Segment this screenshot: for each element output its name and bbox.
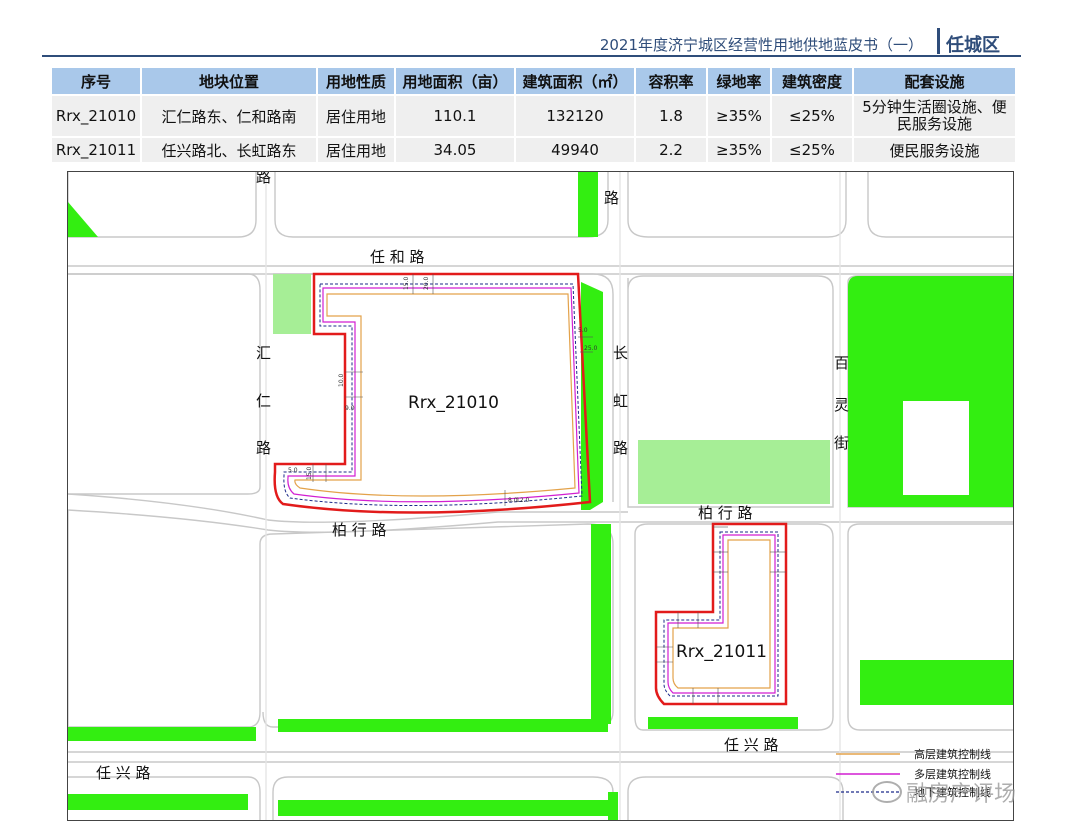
cell-far: 2.2 [636,138,706,162]
light-green-area [638,440,830,504]
road-label: 路 [604,189,619,207]
cell-facilities: 5分钟生活圈设施、便民服务设施 [854,96,1015,136]
cell-floor-area: 132120 [516,96,634,136]
cell-location: 任兴路北、长虹路东 [142,138,316,162]
col-header-id: 序号 [52,68,140,94]
col-header-location: 地块位置 [142,68,316,94]
watermark: 融房产评场 [872,776,1016,808]
road-label-huiren: 路 [256,439,271,457]
cell-far: 1.8 [636,96,706,136]
cell-use: 居住用地 [318,138,394,162]
parcel-label-21010: Rrx_21010 [408,393,499,413]
road-label-renxing: 任 兴 路 [96,764,151,782]
road-label-baixing: 柏 行 路 [698,504,753,522]
header-divider [937,28,940,54]
parcel-21011-lines [654,522,788,706]
col-header-use: 用地性质 [318,68,394,94]
road-label-renxing: 任 兴 路 [724,736,779,754]
green-area [278,800,608,816]
dimension-label: 20.0 [423,276,430,290]
road-label-changhong: 长 [613,344,628,362]
road-label-baixing: 柏 行 路 [332,521,387,539]
legend-high-rise: 高层建筑控制线 [914,747,991,761]
dimension-label: 9.0 [345,405,355,412]
col-header-area: 用地面积（亩） [396,68,514,94]
cell-green: ≥35% [708,138,770,162]
cell-facilities: 便民服务设施 [854,138,1015,162]
cell-area: 34.05 [396,138,514,162]
site-plan-svg: 15.0 20.0 5.0 25.0 10.0 9.0 5.0 15.0 8.0… [68,172,1013,820]
road-label-huiren: 仁 [256,392,271,410]
cell-floor-area: 49940 [516,138,634,162]
green-area [578,172,598,237]
site-plan-map: 15.0 20.0 5.0 25.0 10.0 9.0 5.0 15.0 8.0… [67,171,1014,821]
green-area [648,717,798,729]
wechat-icon [872,781,902,803]
cell-id: Rrx_21010 [52,96,140,136]
dimension-label: 5.0 [288,467,298,474]
dimension-label: 5.0 [578,327,588,334]
road-label-changhong: 路 [613,439,628,457]
watermark-text: 融房产评场 [906,782,1017,807]
cell-area: 110.1 [396,96,514,136]
green-area [68,794,248,810]
cell-density: ≤25% [772,96,852,136]
table-header-row: 序号 地块位置 用地性质 用地面积（亩） 建筑面积（㎡） 容积率 绿地率 建筑密… [52,68,1015,94]
col-header-far: 容积率 [636,68,706,94]
table-row: Rrx_21010 汇仁路东、仁和路南 居住用地 110.1 132120 1.… [52,96,1015,136]
road-label-huiren: 汇 [256,344,271,362]
district-name: 任城区 [946,35,1000,56]
document-title: 2021年度济宁城区经营性用地供地蓝皮书（一） [599,36,923,54]
col-header-density: 建筑密度 [772,68,852,94]
dimension-label: 15.0 [403,276,410,290]
col-header-green: 绿地率 [708,68,770,94]
dimension-label: 25.0 [584,345,598,352]
road-label-baiyue: 街 [834,434,849,452]
parcel-label-21011: Rrx_21011 [676,642,767,662]
green-area [860,660,1013,705]
light-green-area [273,274,311,334]
green-area [591,524,611,724]
land-parcel-table: 序号 地块位置 用地性质 用地面积（亩） 建筑面积（㎡） 容积率 绿地率 建筑密… [50,66,1017,164]
dimension-label: 15.0 [306,466,313,480]
dimension-label: 12.0 [516,497,530,504]
white-plot [903,401,969,495]
road-label-changhong: 虹 [613,392,628,410]
cell-green: ≥35% [708,96,770,136]
green-area [278,719,608,732]
col-header-floor-area: 建筑面积（㎡） [516,68,634,94]
cell-density: ≤25% [772,138,852,162]
green-area [68,202,98,237]
road-label-renhe: 任 和 路 [370,248,425,266]
cell-use: 居住用地 [318,96,394,136]
cell-id: Rrx_21011 [52,138,140,162]
dimension-label: 10.0 [338,373,345,387]
header-rule [42,55,1021,57]
road-label-baiyue: 百 [834,354,849,372]
road-label: 路 [256,172,271,186]
green-area [68,727,256,741]
road-label-baiyue: 灵 [834,396,849,414]
cell-location: 汇仁路东、仁和路南 [142,96,316,136]
col-header-facilities: 配套设施 [854,68,1015,94]
green-area [608,792,618,820]
table-row: Rrx_21011 任兴路北、长虹路东 居住用地 34.05 49940 2.2… [52,138,1015,162]
